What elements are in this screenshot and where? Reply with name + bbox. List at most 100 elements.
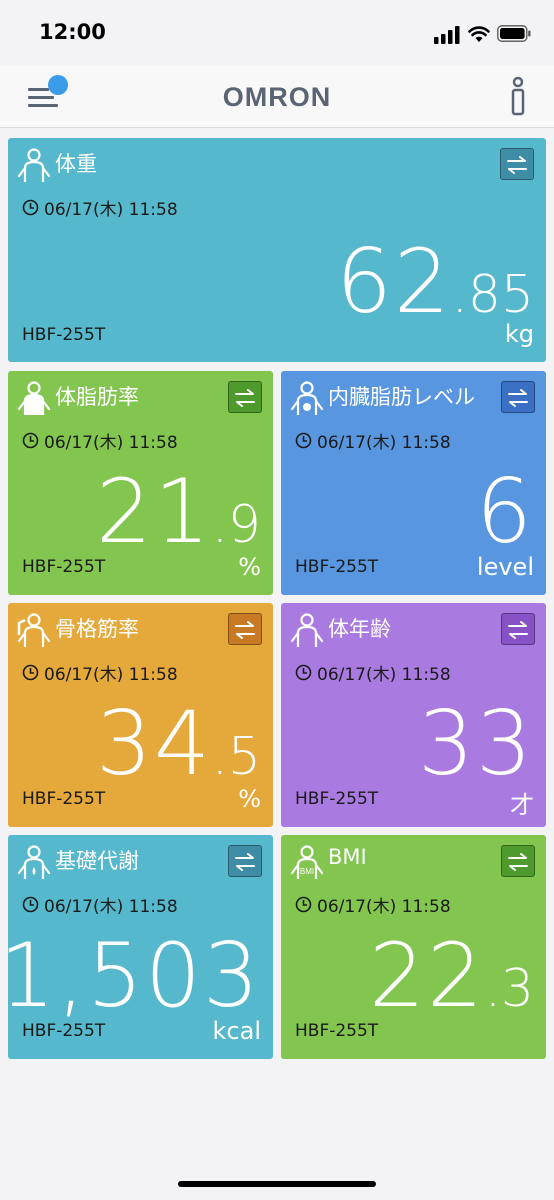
switch-button[interactable]: [501, 381, 535, 413]
card-title: 基礎代謝: [55, 849, 139, 873]
switch-button[interactable]: [501, 613, 535, 645]
switch-button[interactable]: [500, 148, 534, 180]
home-indicator: [178, 1181, 376, 1187]
brand-logo: OMRON: [222, 82, 332, 112]
value-integer: 6: [476, 460, 534, 563]
measurement-card[interactable]: BMI BMI 06/17(木) 11:58 22.3 HBF-255T: [281, 835, 546, 1059]
measurement-time: 06/17(木) 11:58: [22, 660, 178, 685]
measurement-time: 06/17(木) 11:58: [22, 195, 178, 220]
timestamp-text: 06/17(木) 11:58: [44, 200, 178, 220]
measurement-time: 06/17(木) 11:58: [295, 660, 451, 685]
wifi-icon: [468, 26, 490, 42]
status-bar: 12:00: [0, 0, 554, 66]
switch-button[interactable]: [228, 381, 262, 413]
device-model: HBF-255T: [22, 1021, 106, 1041]
clock-icon: [295, 432, 312, 449]
value-decimal-point: .: [212, 496, 228, 554]
card-title: 体年齢: [328, 617, 391, 641]
measurement-time: 06/17(木) 11:58: [22, 892, 178, 917]
measurement-time: 06/17(木) 11:58: [22, 428, 178, 453]
measurement-value: 34.5: [96, 700, 261, 788]
measurement-value: 62.85: [336, 238, 534, 326]
device-model: HBF-255T: [295, 789, 379, 809]
clock-icon: [22, 199, 39, 216]
measurement-value: 1,503: [8, 932, 261, 1020]
value-integer: 22: [369, 924, 485, 1027]
swap-arrows-icon: [508, 621, 528, 639]
timestamp-text: 06/17(木) 11:58: [317, 665, 451, 685]
clock-icon: [295, 896, 312, 913]
device-model: HBF-255T: [22, 557, 106, 577]
value-decimal-point: .: [485, 960, 501, 1018]
clock-icon: [295, 664, 312, 681]
skeletal-muscle-icon: [14, 611, 54, 651]
measurement-card[interactable]: 内臓脂肪レベル 06/17(木) 11:58 6 HBF-255T level: [281, 371, 546, 595]
timestamp-text: 06/17(木) 11:58: [44, 665, 178, 685]
measurement-card[interactable]: 基礎代謝 06/17(木) 11:58 1,503 HBF-255T kcal: [8, 835, 273, 1059]
measurement-card[interactable]: 体重 06/17(木) 11:58 62.85 HBF-255T kg: [8, 138, 546, 362]
value-integer: 21: [96, 460, 212, 563]
timestamp-text: 06/17(木) 11:58: [44, 897, 178, 917]
measurement-unit: kcal: [212, 1017, 261, 1045]
measurement-card[interactable]: 体脂肪率 06/17(木) 11:58 21.9 HBF-255T%: [8, 371, 273, 595]
swap-arrows-icon: [235, 853, 255, 871]
value-integer: 62: [335, 230, 452, 333]
cellular-signal-icon: [434, 26, 460, 44]
device-model: HBF-255T: [295, 557, 379, 577]
swap-arrows-icon: [235, 389, 255, 407]
timestamp-text: 06/17(木) 11:58: [317, 433, 451, 453]
switch-button[interactable]: [501, 845, 535, 877]
measurement-card[interactable]: 体年齢 06/17(木) 11:58 33 HBF-255T 才: [281, 603, 546, 827]
clock-icon: [22, 896, 39, 913]
value-integer: 33: [418, 692, 534, 795]
value-decimal-point: .: [451, 266, 468, 324]
measurement-unit: 才: [510, 791, 534, 819]
card-title: 体脂肪率: [55, 385, 139, 409]
timestamp-text: 06/17(木) 11:58: [317, 897, 451, 917]
measurement-value: 33: [418, 700, 534, 788]
body-figure-icon: [14, 146, 54, 186]
switch-button[interactable]: [228, 845, 262, 877]
clock-icon: [22, 432, 39, 449]
value-integer: 34: [96, 692, 212, 795]
nav-bar: OMRON: [0, 66, 554, 128]
bmi-icon: BMI: [287, 843, 327, 883]
switch-button[interactable]: [228, 613, 262, 645]
svg-text:BMI: BMI: [300, 867, 314, 876]
measurement-card[interactable]: 骨格筋率 06/17(木) 11:58 34.5 HBF-255T%: [8, 603, 273, 827]
visceral-fat-icon: [287, 379, 327, 419]
card-title: 体重: [55, 152, 97, 176]
measurement-unit: kg: [504, 320, 534, 348]
device-model: HBF-255T: [22, 789, 106, 809]
status-time: 12:00: [39, 20, 106, 44]
clock-icon: [22, 664, 39, 681]
info-icon[interactable]: [506, 75, 530, 117]
swap-arrows-icon: [508, 389, 528, 407]
device-model: HBF-255T: [295, 1021, 379, 1041]
value-decimal-point: .: [212, 728, 228, 786]
measurement-time: 06/17(木) 11:58: [295, 428, 451, 453]
card-title: BMI: [328, 845, 367, 869]
measurement-unit: level: [476, 553, 534, 581]
measurement-value: 6: [476, 468, 534, 556]
measurement-value: 22.3: [369, 932, 534, 1020]
value-decimal: 5: [227, 727, 261, 787]
swap-arrows-icon: [508, 853, 528, 871]
battery-icon: [497, 25, 531, 42]
device-model: HBF-255T: [22, 325, 106, 345]
value-integer: 1,503: [8, 924, 261, 1027]
value-decimal: 9: [227, 495, 261, 555]
measurement-value: 21.9: [96, 468, 261, 556]
card-title: 内臓脂肪レベル: [328, 385, 475, 409]
body-fat-icon: [14, 379, 54, 419]
card-title: 骨格筋率: [55, 617, 139, 641]
body-age-icon: [287, 611, 327, 651]
value-decimal: 3: [500, 959, 534, 1019]
swap-arrows-icon: [235, 621, 255, 639]
measurement-unit: %: [238, 553, 261, 581]
measurement-time: 06/17(木) 11:58: [295, 892, 451, 917]
value-decimal: 85: [467, 265, 534, 325]
basal-metabolism-icon: [14, 843, 54, 883]
measurement-unit: %: [238, 785, 261, 813]
swap-arrows-icon: [507, 156, 527, 174]
